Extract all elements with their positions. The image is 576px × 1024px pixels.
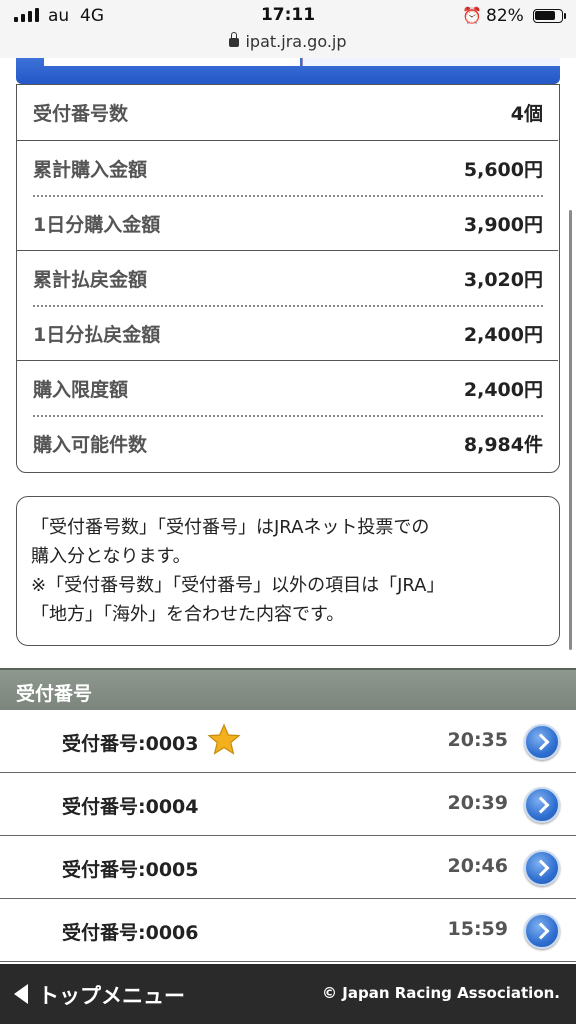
section-header-receipts: 受付番号 — [0, 668, 576, 710]
scrollbar[interactable] — [569, 210, 572, 650]
receipt-number: 受付番号:0004 — [62, 796, 199, 818]
summary-value: 2,400円 — [463, 324, 543, 346]
summary-label: 受付番号数 — [33, 103, 129, 125]
summary-label: 購入可能件数 — [33, 434, 148, 456]
summary-label: 1日分払戻金額 — [33, 324, 161, 346]
tab-left[interactable] — [44, 58, 300, 66]
star-icon — [207, 723, 241, 755]
alarm-clock-icon: ⏰ — [462, 6, 482, 25]
chevron-right-icon[interactable] — [524, 913, 560, 949]
summary-row-daily-payout: 1日分払戻金額 2,400円 — [17, 306, 558, 361]
battery-icon — [533, 9, 566, 23]
tab-strip — [16, 58, 560, 84]
top-menu-link[interactable]: トップメニュー — [38, 980, 185, 1010]
summary-card: 受付番号数 4個 累計購入金額 5,600円 1日分購入金額 3,900円 累計… — [16, 84, 560, 473]
note-line: 「受付番号数」「受付番号」はJRAネット投票での — [31, 517, 430, 538]
copyright: © Japan Racing Association. — [322, 984, 560, 1002]
summary-row-available-count: 購入可能件数 8,984件 — [17, 416, 558, 471]
receipt-number: 受付番号:0005 — [62, 859, 199, 881]
summary-value: 8,984件 — [463, 434, 543, 456]
receipt-row[interactable]: 受付番号:0005 20:46 — [0, 836, 576, 899]
back-arrow-icon[interactable] — [14, 984, 28, 1004]
receipt-time: 20:46 — [447, 855, 508, 877]
receipt-row[interactable]: 受付番号:0003 20:35 — [0, 710, 576, 773]
address-bar[interactable]: ipat.jra.go.jp — [0, 32, 576, 58]
receipt-number: 受付番号:0003 — [62, 733, 199, 755]
summary-value: 4個 — [510, 103, 543, 125]
note-line: 購入分となります。 — [31, 546, 191, 567]
status-bar: au 4G 17:11 ⏰ 82% — [0, 0, 576, 32]
summary-value: 3,020円 — [463, 269, 543, 291]
chevron-right-icon[interactable] — [524, 724, 560, 760]
footer: トップメニュー © Japan Racing Association. — [0, 964, 576, 1024]
summary-label: 累計払戻金額 — [33, 269, 148, 291]
receipt-time: 20:35 — [447, 729, 508, 751]
url-text: ipat.jra.go.jp — [245, 32, 347, 51]
summary-label: 購入限度額 — [33, 379, 129, 401]
summary-value: 2,400円 — [463, 379, 543, 401]
battery-percent: 82% — [486, 6, 524, 26]
receipt-number: 受付番号:0006 — [62, 922, 199, 944]
note-line: 「地方」「海外」を合わせた内容です。 — [31, 604, 345, 625]
summary-row-total-payout: 累計払戻金額 3,020円 — [17, 251, 558, 306]
summary-value: 5,600円 — [463, 159, 543, 181]
receipt-time: 15:59 — [447, 918, 508, 940]
tab-right[interactable] — [302, 58, 560, 66]
lock-icon — [229, 32, 240, 47]
summary-row-total-purchase: 累計購入金額 5,600円 — [17, 141, 558, 196]
chevron-right-icon[interactable] — [524, 850, 560, 886]
note-box: 「受付番号数」「受付番号」はJRAネット投票での 購入分となります。 ※「受付番… — [16, 496, 560, 646]
summary-row-purchase-limit: 購入限度額 2,400円 — [17, 361, 558, 416]
chevron-right-icon[interactable] — [524, 787, 560, 823]
summary-label: 1日分購入金額 — [33, 214, 161, 236]
battery-level-fill — [535, 11, 555, 20]
receipt-row[interactable]: 受付番号:0006 15:59 — [0, 899, 576, 962]
summary-label: 累計購入金額 — [33, 159, 148, 181]
summary-row-receipt-count: 受付番号数 4個 — [17, 85, 558, 140]
summary-value: 3,900円 — [463, 214, 543, 236]
note-line: ※「受付番号数」「受付番号」以外の項目は「JRA」 — [31, 575, 445, 596]
summary-row-daily-purchase: 1日分購入金額 3,900円 — [17, 196, 558, 251]
receipt-row[interactable]: 受付番号:0004 20:39 — [0, 773, 576, 836]
receipt-time: 20:39 — [447, 792, 508, 814]
